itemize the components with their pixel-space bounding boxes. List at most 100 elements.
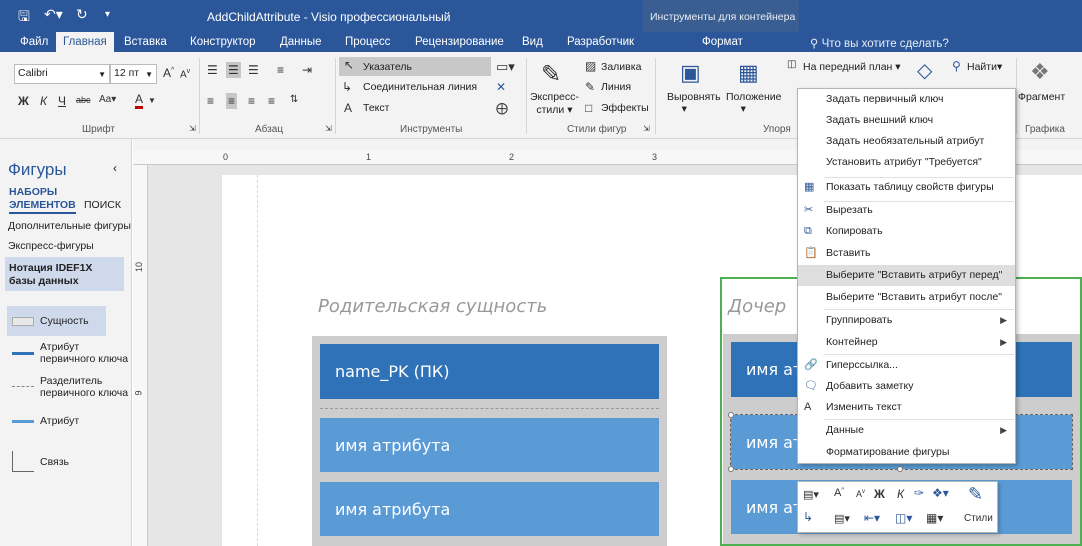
customize-qat-icon[interactable]: ▾ bbox=[105, 9, 110, 20]
tab-insert[interactable]: Вставка bbox=[124, 36, 167, 48]
rectangle-icon[interactable]: ▭▾ bbox=[496, 59, 515, 75]
fill-label[interactable]: Заливка bbox=[601, 61, 641, 73]
position-shapes-icon[interactable]: ◫▾ bbox=[895, 511, 912, 525]
tab-review[interactable]: Рецензирование bbox=[415, 36, 504, 48]
connector-icon[interactable]: ↳ bbox=[803, 510, 813, 524]
fragment-icon[interactable]: ❖ bbox=[1030, 59, 1050, 85]
menu-copy[interactable]: ⧉ Копировать bbox=[798, 221, 1015, 242]
align-right-icon[interactable]: ≡ bbox=[248, 94, 255, 108]
find-label[interactable]: Найти▾ bbox=[967, 61, 1002, 73]
bullets-icon[interactable]: ≡ bbox=[277, 63, 284, 77]
bold-icon[interactable]: Ж bbox=[874, 487, 885, 501]
pk-separator-shape-icon[interactable] bbox=[12, 386, 34, 387]
text-tool-icon[interactable]: A bbox=[344, 101, 352, 115]
tab-stencils[interactable]: НАБОРЫ ЭЛЕМЕНТОВ bbox=[9, 186, 76, 214]
styles-icon[interactable]: ✎ bbox=[968, 484, 983, 505]
menu-insert-after[interactable]: Выберите "Вставить атрибут после" bbox=[798, 287, 1015, 308]
pointer-tool[interactable] bbox=[339, 57, 491, 76]
tab-file[interactable]: Файл bbox=[20, 36, 48, 48]
font-size-box[interactable]: 12 пт ▼ bbox=[110, 64, 157, 84]
undo-icon[interactable]: ↶▾ bbox=[44, 6, 63, 23]
effects-label[interactable]: Эффекты bbox=[601, 102, 649, 114]
more-shapes-item[interactable]: Дополнительные фигуры ▸ bbox=[8, 220, 139, 232]
shrink-font-icon[interactable]: Av bbox=[180, 68, 190, 80]
quick-styles-label[interactable]: Экспресс-стили ▾ bbox=[530, 91, 579, 117]
tab-view[interactable]: Вид bbox=[522, 36, 543, 48]
align-label[interactable]: Выровнять ▾ bbox=[667, 91, 721, 115]
shrink-font-icon[interactable]: Av bbox=[856, 489, 865, 499]
menu-set-required[interactable]: Установить атрибут "Требуется" bbox=[798, 152, 1015, 173]
line-icon[interactable]: ✎ bbox=[585, 80, 595, 94]
bring-front-icon[interactable]: ◫ bbox=[787, 59, 796, 70]
collapse-pane-icon[interactable]: ‹ bbox=[113, 161, 117, 175]
align-icon[interactable]: ▣ bbox=[680, 60, 701, 86]
tab-process[interactable]: Процесс bbox=[345, 36, 390, 48]
menu-add-comment[interactable]: 🗨 Добавить заметку bbox=[798, 376, 1015, 397]
group-shapes-icon[interactable]: ▦▾ bbox=[926, 511, 943, 525]
menu-container[interactable]: Контейнер ▶ bbox=[798, 332, 1015, 353]
dialog-launcher-icon[interactable]: ⇲ bbox=[325, 124, 332, 133]
align-bottom-icon[interactable]: ☰ bbox=[248, 63, 259, 77]
styles-label[interactable]: Стили bbox=[964, 513, 993, 524]
connection-point-icon[interactable]: ⨁ bbox=[496, 101, 508, 115]
menu-cut[interactable]: ✂ Вырезать bbox=[798, 200, 1015, 221]
text-block-icon[interactable]: ▤▾ bbox=[803, 488, 819, 501]
tab-developer[interactable]: Разработчик bbox=[567, 36, 634, 48]
quick-shapes-item[interactable]: Экспресс-фигуры bbox=[8, 240, 94, 252]
tab-design[interactable]: Конструктор bbox=[190, 36, 256, 48]
bring-front-label[interactable]: На передний план ▾ bbox=[803, 61, 901, 73]
align-text-icon[interactable]: ▤▾ bbox=[834, 512, 850, 525]
menu-group[interactable]: Группировать ▶ bbox=[798, 310, 1015, 331]
tab-format[interactable]: Формат bbox=[702, 36, 743, 48]
effects-icon[interactable]: □ bbox=[585, 101, 592, 115]
shape-label[interactable]: Атрибут первичного ключа bbox=[40, 341, 128, 365]
attribute-row[interactable]: имя атрибута bbox=[320, 482, 659, 536]
justify-icon[interactable]: ≡ bbox=[268, 94, 275, 108]
text-direction-icon[interactable]: ⇅ bbox=[290, 94, 298, 105]
redo-icon[interactable]: ↻ bbox=[76, 6, 88, 23]
fill-icon[interactable]: ▨ bbox=[585, 59, 596, 73]
grow-font-icon[interactable]: A^ bbox=[834, 487, 844, 499]
bold-icon[interactable]: Ж bbox=[18, 94, 29, 108]
indent-icon[interactable]: ⇥ bbox=[302, 63, 312, 77]
strikethrough-icon[interactable]: abc bbox=[76, 95, 91, 105]
grow-font-icon[interactable]: A^ bbox=[163, 66, 174, 80]
attribute-row[interactable]: имя атрибута bbox=[320, 418, 659, 472]
quick-styles-icon[interactable]: ✎ bbox=[541, 60, 561, 89]
menu-set-primary-key[interactable]: Задать первичный ключ bbox=[798, 89, 1015, 110]
connector-label[interactable]: Соединительная линия bbox=[363, 81, 477, 93]
tab-data[interactable]: Данные bbox=[280, 36, 322, 48]
close-icon[interactable]: ✕ bbox=[496, 80, 506, 94]
case-icon[interactable]: Aa▾ bbox=[99, 94, 116, 105]
menu-hyperlink[interactable]: 🔗 Гиперссылка... bbox=[798, 355, 1015, 376]
selection-handle[interactable] bbox=[897, 466, 903, 472]
parent-entity-title[interactable]: Родительская сущность bbox=[318, 296, 547, 317]
line-label[interactable]: Линия bbox=[601, 81, 631, 93]
primary-key-attribute[interactable]: name_PK (ПК) bbox=[320, 344, 659, 399]
selection-handle[interactable] bbox=[728, 466, 734, 472]
pk-attribute-shape-icon[interactable] bbox=[12, 352, 34, 355]
tell-me-box[interactable]: ⚲ Что вы хотите сделать? bbox=[810, 36, 949, 50]
child-entity-title[interactable]: Дочер bbox=[728, 296, 786, 317]
tab-home[interactable]: Главная bbox=[56, 32, 114, 54]
underline-icon[interactable]: Ч bbox=[58, 94, 66, 108]
align-left-icon[interactable]: ≡ bbox=[207, 94, 214, 108]
shape-label[interactable]: Атрибут bbox=[40, 415, 79, 427]
italic-icon[interactable]: К bbox=[40, 94, 47, 108]
text-tool-label[interactable]: Текст bbox=[363, 102, 389, 114]
menu-set-optional[interactable]: Задать необязательный атрибут bbox=[798, 131, 1015, 152]
format-painter-icon[interactable]: ✑ bbox=[914, 486, 924, 500]
change-shape-icon[interactable]: ◇ bbox=[917, 58, 932, 83]
align-middle-icon[interactable]: ☰ bbox=[226, 62, 241, 78]
attribute-shape-icon[interactable] bbox=[12, 420, 34, 423]
menu-format-shape[interactable]: Форматирование фигуры bbox=[798, 442, 1015, 463]
align-top-icon[interactable]: ☰ bbox=[207, 63, 218, 77]
menu-paste[interactable]: 📋 Вставить bbox=[798, 243, 1015, 264]
save-icon[interactable]: 🖫 bbox=[18, 6, 30, 30]
tab-search[interactable]: ПОИСК bbox=[84, 199, 121, 211]
menu-insert-before[interactable]: Выберите "Вставить атрибут перед" bbox=[798, 265, 1015, 286]
font-name-box[interactable]: Calibri ▼ bbox=[14, 64, 110, 84]
connector-icon[interactable]: ↳ bbox=[342, 80, 352, 94]
chevron-down-icon[interactable]: ▼ bbox=[148, 96, 156, 105]
dialog-launcher-icon[interactable]: ⇲ bbox=[189, 124, 196, 133]
